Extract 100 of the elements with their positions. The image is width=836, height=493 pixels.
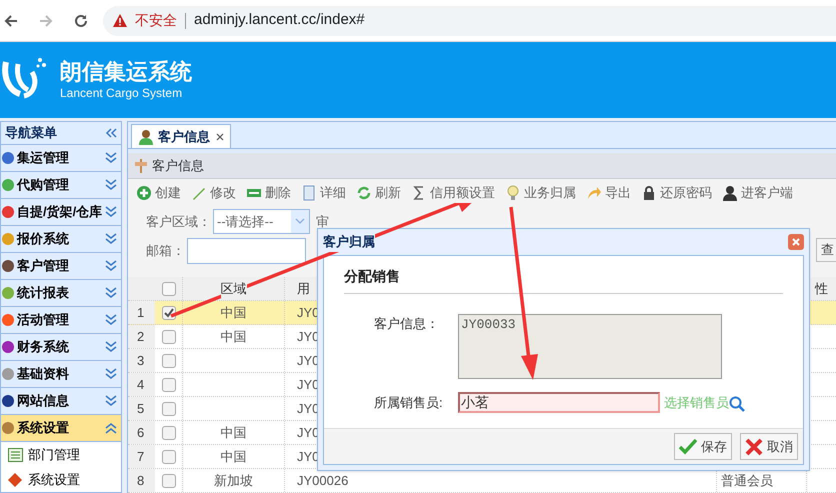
list-icon xyxy=(8,448,23,462)
bulb-icon xyxy=(505,185,521,201)
dropdown-icon xyxy=(291,210,309,233)
table-cell-text: 普通会员 xyxy=(721,472,773,490)
dialog-title: 客户归属 xyxy=(323,232,375,252)
sidebar-item[interactable]: 系统设置 xyxy=(1,415,121,442)
table-cell-text: 中国 xyxy=(220,328,246,346)
sidebar-item[interactable]: 网站信息 xyxy=(1,388,121,415)
menu-icon xyxy=(1,259,15,273)
expand-icon xyxy=(105,233,117,245)
filter-label: 邮箱： xyxy=(146,242,185,260)
field-label: 客户信息： xyxy=(374,315,440,333)
row-number: 8 xyxy=(137,472,144,490)
sidebar-item[interactable]: 统计报表 xyxy=(1,280,121,307)
sidebar-item[interactable]: 财务系统 xyxy=(1,334,121,361)
address-bar[interactable]: 不安全 adminjy.lancent.cc/index# xyxy=(103,6,836,36)
cross-icon xyxy=(745,438,763,456)
row-number: 7 xyxy=(137,448,144,466)
user-icon xyxy=(722,185,738,201)
url-text: adminjy.lancent.cc/index# xyxy=(194,10,365,30)
expand-icon xyxy=(105,368,117,380)
add-icon xyxy=(136,185,152,201)
table-cell-text: 中国 xyxy=(220,424,246,442)
menu-icon xyxy=(1,367,15,381)
menu-icon xyxy=(1,286,15,300)
menu-icon xyxy=(1,421,15,435)
input-field[interactable]: 小茗 xyxy=(458,392,660,413)
table-cell-text: 新加坡 xyxy=(214,472,253,490)
checkbox[interactable] xyxy=(162,354,176,368)
field-label: 所属销售员: xyxy=(374,394,444,412)
search-icon[interactable] xyxy=(729,396,745,412)
close-button[interactable] xyxy=(788,234,804,250)
signpost-icon xyxy=(134,158,148,172)
expand-icon xyxy=(105,260,117,272)
expand-icon xyxy=(105,314,117,326)
sidebar-item[interactable]: 自提/货架/仓库 xyxy=(1,199,121,226)
sidebar-item[interactable]: 代购管理 xyxy=(1,172,121,199)
gem-icon xyxy=(8,472,23,486)
filter-label: 审 xyxy=(316,212,329,231)
menu-icon xyxy=(1,232,15,246)
warning-icon xyxy=(113,14,127,27)
row-number: 1 xyxy=(137,304,144,322)
checkbox[interactable] xyxy=(162,330,176,344)
checkbox[interactable] xyxy=(162,450,176,464)
close-icon xyxy=(792,238,800,246)
sidebar-title: 导航菜单 xyxy=(5,124,57,142)
menu-icon xyxy=(1,394,15,408)
save-button[interactable]: 保存 xyxy=(674,433,732,460)
menu-icon xyxy=(1,178,15,192)
close-icon[interactable] xyxy=(216,132,224,140)
person-icon xyxy=(138,128,154,144)
dialog-heading: 分配销售 xyxy=(344,268,400,284)
tab[interactable]: 客户信息 xyxy=(131,124,231,148)
table-cell-text: 中国 xyxy=(220,304,246,322)
sidebar-item[interactable]: 报价系统 xyxy=(1,226,121,253)
checkbox[interactable] xyxy=(162,402,176,416)
cancel-button[interactable]: 取消 xyxy=(740,433,798,460)
checkbox[interactable] xyxy=(162,426,176,440)
input-field[interactable] xyxy=(187,238,306,264)
app-subtitle: Lancent Cargo System xyxy=(60,85,184,101)
checkbox[interactable] xyxy=(162,282,176,296)
security-warning: 不安全 xyxy=(135,11,177,30)
row-number: 6 xyxy=(137,424,144,442)
reload-icon[interactable] xyxy=(73,12,89,28)
sidebar-item[interactable]: 客户管理 xyxy=(1,253,121,280)
checkbox[interactable] xyxy=(162,378,176,392)
search-button[interactable]: 查 xyxy=(816,238,836,262)
sidebar-item[interactable]: 集运管理 xyxy=(1,145,121,172)
collapse-icon xyxy=(105,422,117,434)
lock-icon xyxy=(641,185,657,201)
collapse-icon[interactable] xyxy=(105,128,117,138)
row-number: 2 xyxy=(137,328,144,346)
expand-icon xyxy=(105,341,117,353)
panel-title: 客户信息 xyxy=(152,156,204,175)
forward-icon[interactable] xyxy=(38,12,54,28)
menu-icon xyxy=(1,205,15,219)
row-number: 4 xyxy=(137,376,144,394)
menu-icon xyxy=(1,151,15,165)
table-cell-text: JY00026 xyxy=(297,472,348,490)
select-field[interactable]: --请选择-- xyxy=(213,209,310,234)
checkbox[interactable] xyxy=(162,474,176,488)
expand-icon xyxy=(105,287,117,299)
sidebar-item[interactable]: 活动管理 xyxy=(1,307,121,334)
back-icon[interactable] xyxy=(3,12,19,28)
check-icon xyxy=(679,438,697,456)
sidebar-item[interactable]: 基础资料 xyxy=(1,361,121,388)
filter-label: 客户区域： xyxy=(146,212,211,231)
expand-icon xyxy=(105,179,117,191)
checkbox[interactable] xyxy=(162,306,176,320)
expand-icon xyxy=(105,152,117,164)
app-title: 朗信集运系统 xyxy=(60,59,192,85)
row-number: 3 xyxy=(137,352,144,370)
expand-icon xyxy=(105,206,117,218)
refresh-icon xyxy=(356,185,372,201)
document-icon xyxy=(301,185,317,201)
menu-icon xyxy=(1,340,15,354)
expand-icon xyxy=(105,395,117,407)
row-number: 5 xyxy=(137,400,144,418)
arrow-icon xyxy=(586,185,602,201)
table-cell-text: 中国 xyxy=(220,448,246,466)
